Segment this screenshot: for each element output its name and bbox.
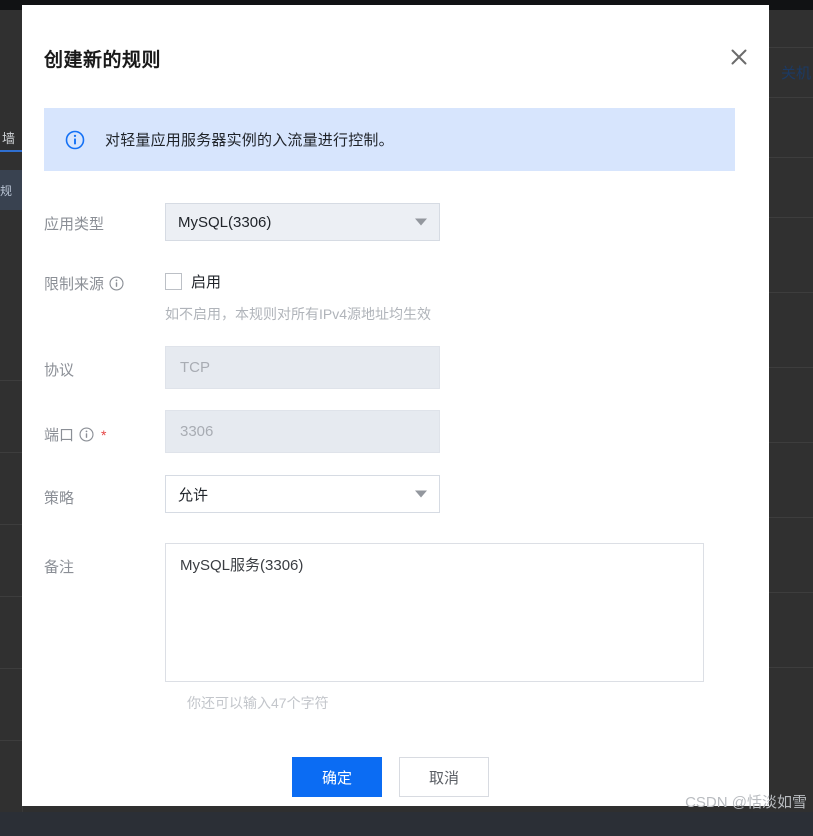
background-left-row [0,310,22,381]
protocol-label: 协议 [44,362,75,379]
protocol-value: TCP [180,359,210,376]
remark-char-counter: 你还可以输入47个字符 [187,695,329,711]
policy-select[interactable]: 允许 [165,475,440,513]
app-type-select[interactable]: MySQL(3306) [165,203,440,241]
background-left-selected-row: 规 [0,170,22,210]
cancel-button[interactable]: 取消 [399,757,489,797]
chevron-down-icon [415,490,427,498]
watermark: CSDN @恬淡如雪 [685,794,807,811]
protocol-input: TCP [165,346,440,389]
background-shutdown-link[interactable]: 关机 [781,62,811,83]
info-circle-icon[interactable] [109,276,124,291]
close-icon[interactable] [725,43,753,71]
policy-value: 允许 [178,486,209,504]
policy-label: 策略 [44,490,75,507]
background-left-row [0,524,22,597]
info-circle-icon [65,130,85,150]
dialog-action-buttons: 确定 取消 [292,757,489,797]
remark-label: 备注 [44,559,75,576]
app-type-value: MySQL(3306) [178,213,272,231]
remark-textarea[interactable] [165,543,704,682]
background-left-row [0,452,22,525]
info-banner: 对轻量应用服务器实例的入流量进行控制。 [44,108,735,171]
create-rule-dialog: 创建新的规则 对轻量应用服务器实例的入流量进行控制。 应用类型 MySQL(33… [22,5,769,806]
background-left-panel: 墙 规 [0,10,23,812]
background-left-row [0,596,22,669]
background-left-row [0,668,22,741]
background-left-tab-underline [0,150,22,152]
background-left-tab-label: 墙 [2,131,16,146]
dialog-title: 创建新的规则 [44,50,162,71]
source-limit-checkbox-label: 启用 [191,274,222,291]
background-left-row [0,380,22,453]
source-limit-label: 限制来源 [44,273,164,294]
info-circle-icon[interactable] [79,427,94,442]
app-type-label: 应用类型 [44,216,105,233]
port-label: 端口 * [44,426,107,445]
port-required-mark: * [101,426,107,443]
info-banner-text: 对轻量应用服务器实例的入流量进行控制。 [105,132,394,149]
port-value: 3306 [180,423,214,440]
source-limit-checkbox-row[interactable]: 启用 [165,271,431,292]
background-bottom-bar [0,812,813,836]
source-limit-hint: 如不启用，本规则对所有IPv4源地址均生效 [165,306,432,322]
port-input: 3306 [165,410,440,453]
source-limit-checkbox[interactable] [165,273,182,290]
chevron-down-icon [415,218,427,226]
confirm-button[interactable]: 确定 [292,757,382,797]
